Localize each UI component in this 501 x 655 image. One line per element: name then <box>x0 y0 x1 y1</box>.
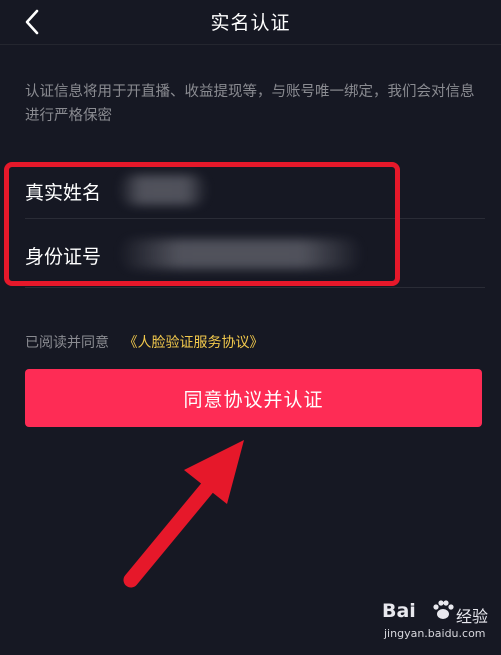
watermark-suffix: 经验 <box>456 607 489 626</box>
baidu-jingyan-watermark: Bai 经验 jingyan.baidu.com <box>382 600 492 644</box>
watermark-url: jingyan.baidu.com <box>384 627 486 640</box>
paw-icon <box>433 600 454 619</box>
watermark-brand: Bai <box>382 600 416 622</box>
annotation-arrow <box>123 440 244 588</box>
